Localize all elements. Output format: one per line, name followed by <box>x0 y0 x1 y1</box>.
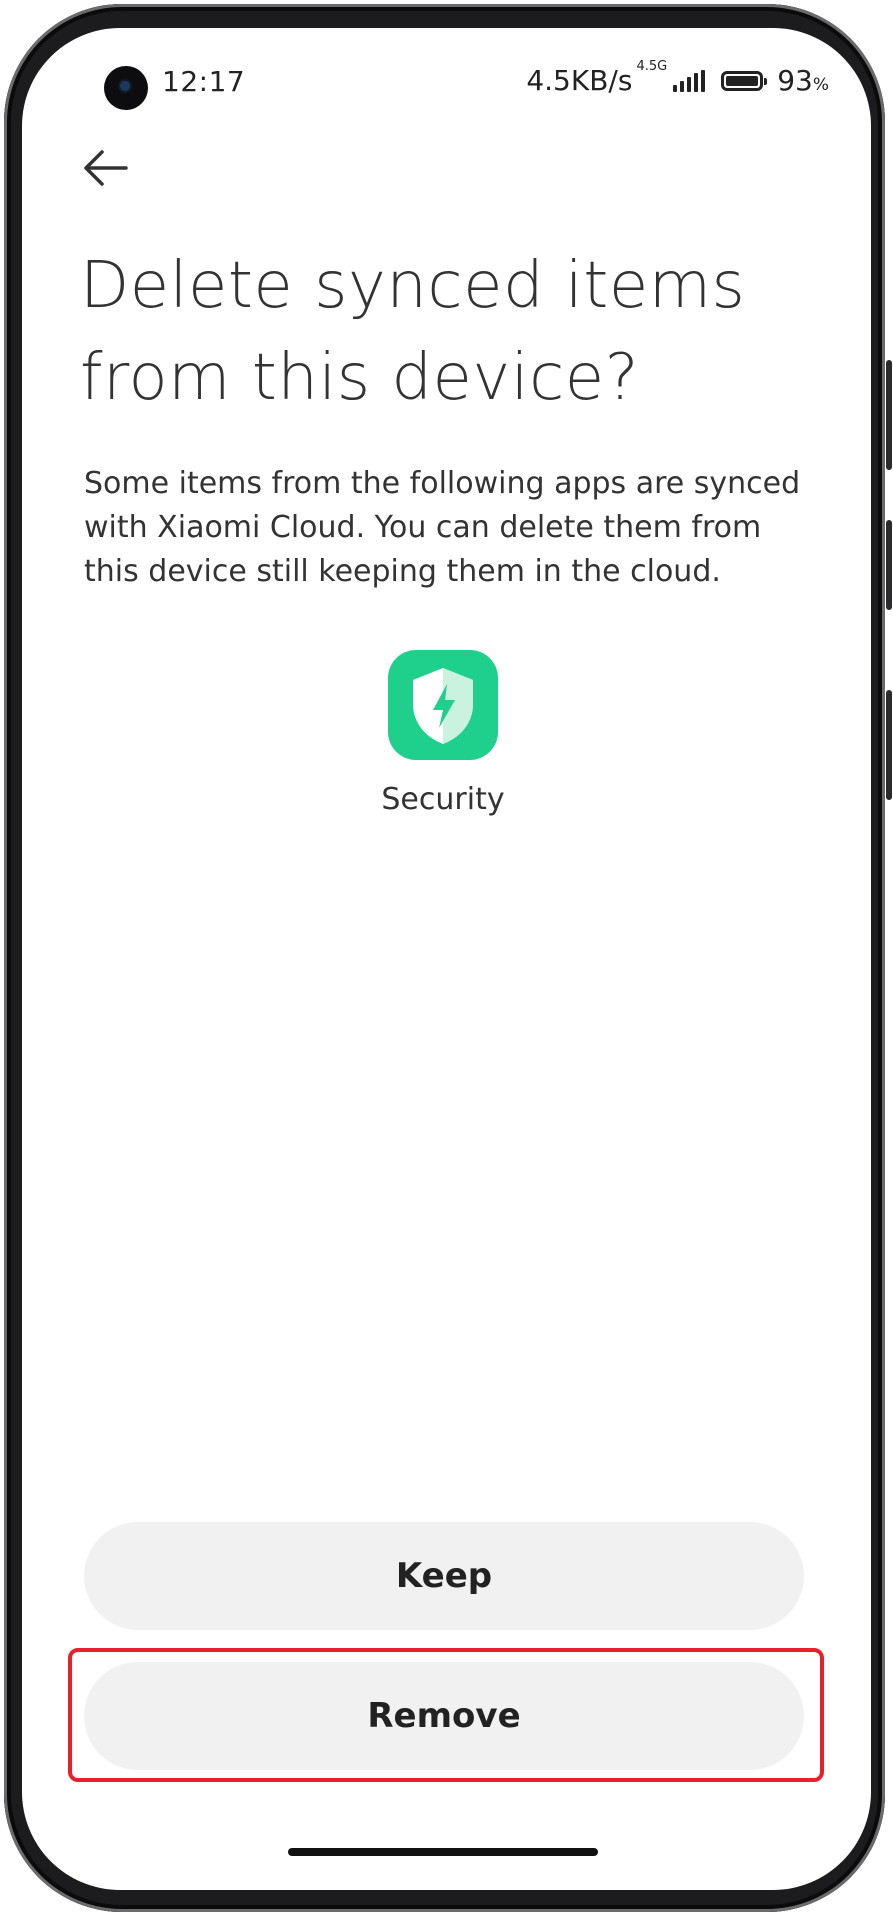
battery-fill <box>726 75 759 86</box>
remove-highlight-box <box>68 1648 824 1782</box>
security-app-icon <box>388 650 498 760</box>
status-time: 12:17 <box>162 65 246 98</box>
security-shield-icon <box>413 668 473 744</box>
network-speed: 4.5KB/s <box>526 64 633 97</box>
page-description: Some items from the following apps are s… <box>84 466 801 589</box>
home-indicator[interactable] <box>288 1848 598 1856</box>
front-camera-icon <box>104 66 148 110</box>
keep-button[interactable]: Keep <box>84 1522 804 1630</box>
back-button[interactable] <box>80 148 132 188</box>
battery-icon <box>721 70 768 91</box>
volume-button <box>886 360 892 470</box>
arrow-left-icon <box>84 150 128 186</box>
page-title: Delete synced items from this device? <box>80 249 746 415</box>
power-button <box>886 520 892 610</box>
side-button <box>886 690 892 800</box>
battery-percent: 93% <box>777 64 829 97</box>
signal-icon <box>673 69 706 92</box>
phone-frame: 12:17 4.5KB/s 4.5G 93% Delete synced ite… <box>0 0 893 1920</box>
network-type: 4.5G <box>636 59 668 74</box>
status-bar-right: 4.5KB/s 4.5G 93% <box>526 59 829 97</box>
app-label-security: Security <box>381 782 505 817</box>
